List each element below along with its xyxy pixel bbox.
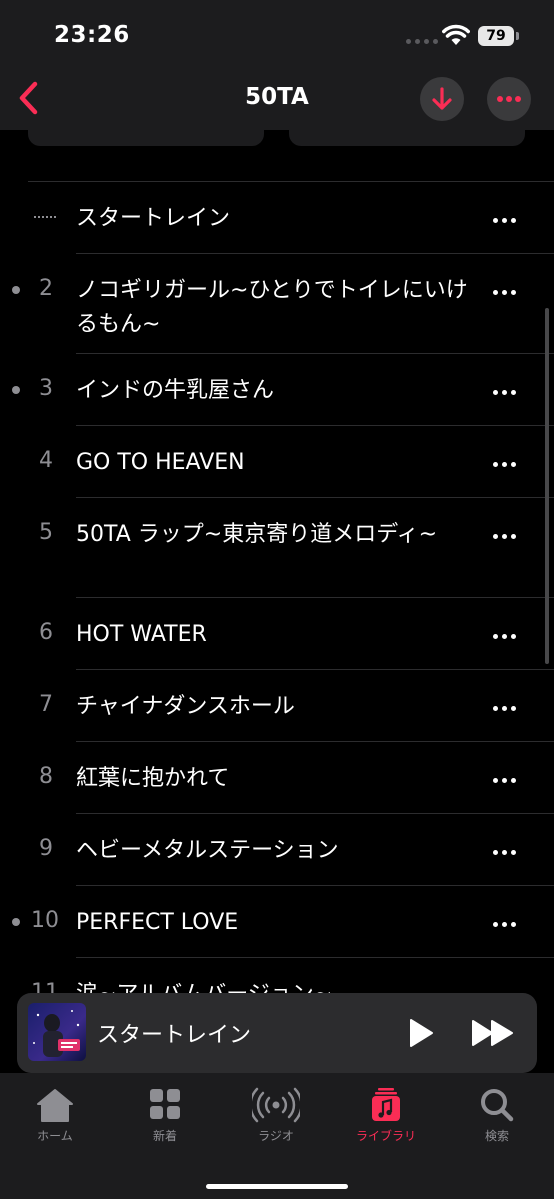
track-more-button[interactable] <box>482 912 526 936</box>
track-row[interactable]: 7 チャイナダンスホール <box>0 670 554 742</box>
play-button-partial[interactable] <box>28 130 264 146</box>
track-more-button[interactable] <box>482 984 526 993</box>
track-more-button[interactable] <box>482 452 526 476</box>
track-row[interactable]: 8 紅葉に抱かれて <box>0 742 554 814</box>
cellular-signal-icon <box>406 39 438 44</box>
home-icon <box>37 1089 73 1122</box>
home-indicator[interactable] <box>206 1184 348 1189</box>
track-row[interactable]: 5 50TA ラップ~東京寄り道メロディ~ <box>0 498 554 598</box>
track-row[interactable]: 2 ノコギリガール~ひとりでトイレにいけるもん~ <box>0 254 554 354</box>
tab-home[interactable]: ホーム <box>5 1087 105 1151</box>
fast-forward-icon <box>472 1020 513 1046</box>
track-more-button[interactable] <box>482 624 526 648</box>
page-title: 50TA <box>245 84 309 110</box>
track-title: GO TO HEAVEN <box>76 450 245 475</box>
track-number: 7 <box>39 692 53 717</box>
status-time: 23:26 <box>54 22 130 48</box>
track-more-button[interactable] <box>482 208 526 232</box>
track-title: チャイナダンスホール <box>76 694 295 719</box>
chevron-left-icon <box>19 81 38 115</box>
track-number: 9 <box>39 836 53 861</box>
track-list: スタートレイン 2 ノコギリガール~ひとりでトイレにいけるもん~ 3 インドの牛… <box>0 182 554 993</box>
track-list-area[interactable]: スタートレイン 2 ノコギリガール~ひとりでトイレにいけるもん~ 3 インドの牛… <box>0 130 554 993</box>
tab-label: 検索 <box>484 1129 509 1143</box>
track-row[interactable]: 9 ヘビーメタルステーション <box>0 814 554 886</box>
track-title: 50TA ラップ~東京寄り道メロディ~ <box>76 522 438 547</box>
track-more-button[interactable] <box>482 840 526 864</box>
play-button[interactable] <box>397 1011 445 1055</box>
track-more-button[interactable] <box>482 524 526 548</box>
battery-tip <box>516 32 519 40</box>
track-row[interactable]: 6 HOT WATER <box>0 598 554 670</box>
play-icon <box>410 1019 433 1047</box>
fast-forward-button[interactable] <box>465 1011 521 1055</box>
battery-icon: 79 <box>478 26 514 46</box>
shuffle-button-partial[interactable] <box>289 130 525 146</box>
track-number: 4 <box>39 448 53 473</box>
track-row[interactable]: 4 GO TO HEAVEN <box>0 426 554 498</box>
wifi-icon <box>442 24 470 50</box>
track-more-button[interactable] <box>482 280 526 304</box>
ellipsis-icon <box>497 96 521 102</box>
track-more-button[interactable] <box>482 768 526 792</box>
track-number: 6 <box>39 620 53 645</box>
track-title: HOT WATER <box>76 622 207 647</box>
download-arrow-icon <box>432 87 452 110</box>
tab-new[interactable]: 新着 <box>115 1087 215 1151</box>
track-number: 5 <box>39 520 53 545</box>
track-more-button[interactable] <box>482 696 526 720</box>
track-row[interactable]: 10 PERFECT LOVE <box>0 886 554 958</box>
track-title: 涙~アルバムバージョン~ <box>76 978 476 993</box>
navigation-bar: 50TA <box>0 70 554 130</box>
album-artwork <box>28 1003 86 1061</box>
track-title: 紅葉に抱かれて <box>76 766 230 791</box>
more-options-button[interactable] <box>487 77 531 121</box>
track-row[interactable]: 11 涙~アルバムバージョン~ <box>0 958 554 993</box>
radio-icon <box>252 1087 300 1123</box>
track-row[interactable]: 3 インドの牛乳屋さん <box>0 354 554 426</box>
track-number: 8 <box>39 764 53 789</box>
tab-search[interactable]: 検索 <box>447 1087 547 1151</box>
tab-label: ラジオ <box>258 1129 294 1143</box>
track-title: PERFECT LOVE <box>76 910 239 935</box>
track-number: 2 <box>39 276 53 301</box>
track-title: スタートレイン <box>76 206 231 231</box>
new-track-dot <box>12 386 20 394</box>
track-number: 11 <box>31 980 59 993</box>
tab-radio[interactable]: ラジオ <box>226 1087 326 1151</box>
track-more-button[interactable] <box>482 380 526 404</box>
tab-label: ライブラリ <box>355 1129 416 1143</box>
back-button[interactable] <box>6 76 50 120</box>
track-title: インドの牛乳屋さん <box>76 378 275 403</box>
now-playing-title: スタートレイン <box>97 1023 252 1048</box>
new-track-dot <box>12 918 20 926</box>
track-title: ノコギリガール~ひとりでトイレにいけるもん~ <box>76 278 468 337</box>
track-number: 10 <box>31 908 59 933</box>
status-bar: 23:26 79 <box>0 0 554 70</box>
now-playing-indicator-icon <box>34 216 56 218</box>
grid-icon <box>150 1089 180 1119</box>
tab-label: ホーム <box>37 1129 73 1143</box>
search-icon <box>481 1089 514 1122</box>
tab-bar: ホーム 新着 ラジオ ライブラリ 検索 <box>0 1073 554 1199</box>
track-number: 3 <box>39 376 53 401</box>
download-button[interactable] <box>420 77 464 121</box>
new-track-dot <box>12 286 20 294</box>
tab-library[interactable]: ライブラリ <box>336 1087 436 1151</box>
tab-label: 新着 <box>152 1129 177 1143</box>
mini-player[interactable]: スタートレイン <box>17 993 537 1073</box>
scrollbar[interactable] <box>545 308 549 664</box>
track-row[interactable]: スタートレイン <box>0 182 554 254</box>
track-title: ヘビーメタルステーション <box>76 838 339 863</box>
library-icon <box>372 1088 400 1121</box>
